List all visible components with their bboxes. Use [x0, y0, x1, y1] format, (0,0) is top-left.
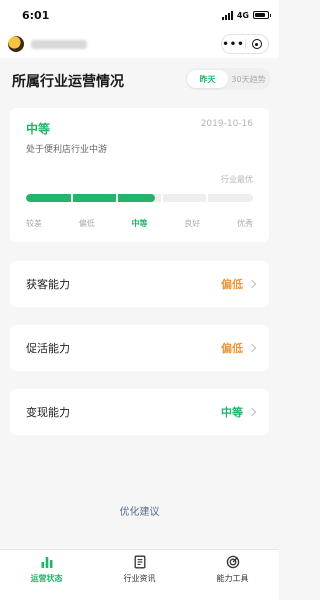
ability-card-monetization[interactable]: 变现能力 中等	[10, 389, 269, 435]
app-name-blurred	[31, 40, 87, 49]
progress-tick	[116, 194, 118, 202]
level-scale-label: 较差	[26, 219, 42, 228]
tab-label: 行业资讯	[123, 574, 156, 583]
level-scale-label: 优秀	[237, 219, 253, 228]
level-title: 中等	[26, 122, 51, 136]
battery-fill	[255, 13, 266, 17]
bar-chart-icon	[41, 557, 52, 568]
app-avatar[interactable]	[8, 36, 24, 52]
industry-level-card: 中等 2019-10-16 处于便利店行业中游 行业最优 较差 偏低 中等 良好 优秀	[10, 108, 269, 242]
ability-card-acquisition[interactable]: 获客能力 偏低	[10, 261, 269, 307]
ability-card-activation[interactable]: 促活能力 偏低	[10, 325, 269, 371]
ability-name: 促活能力	[26, 342, 70, 355]
ability-value: 偏低	[221, 342, 243, 355]
level-scale: 较差 偏低 中等 良好 优秀	[26, 218, 253, 229]
menu-capsule: •••	[221, 34, 269, 54]
optimization-suggestion-link[interactable]: 优化建议	[0, 503, 279, 518]
network-label: 4G	[236, 10, 249, 20]
bottom-tab-bar: 运营状态 行业资讯 能力工具	[0, 549, 279, 600]
ability-name: 获客能力	[26, 278, 70, 291]
status-bar: 6:01 4G	[0, 0, 279, 30]
tab-document[interactable]: 行业资讯	[93, 550, 186, 600]
mini-program-header: •••	[0, 30, 279, 58]
level-scale-label: 良好	[184, 219, 201, 228]
bar-caption: 行业最优	[221, 175, 253, 184]
more-icon[interactable]: •••	[222, 35, 245, 53]
chevron-right-icon	[247, 407, 257, 417]
level-date: 2019-10-16	[200, 119, 253, 129]
page-title: 所属行业运营情况	[12, 74, 124, 90]
tab-label: 能力工具	[216, 574, 249, 583]
range-option-0[interactable]: 昨天	[187, 70, 228, 88]
document-icon	[134, 555, 145, 569]
chevron-right-icon	[247, 279, 257, 289]
status-time: 6:01	[22, 9, 50, 22]
tab-bar-chart[interactable]: 运营状态	[0, 550, 93, 600]
level-description: 处于便利店行业中游	[26, 145, 108, 155]
tab-target[interactable]: 能力工具	[186, 550, 279, 600]
ability-value: 偏低	[221, 278, 243, 291]
progress-tick	[206, 194, 208, 202]
ability-value: 中等	[221, 406, 243, 419]
progress-tick	[161, 194, 163, 202]
range-option-1[interactable]: 30天趋势	[228, 70, 269, 88]
status-indicators: 4G	[221, 9, 271, 21]
range-toggle: 昨天 30天趋势	[185, 68, 271, 90]
signal-icon	[221, 10, 233, 20]
target-icon	[226, 555, 239, 569]
battery-icon	[253, 11, 271, 19]
ability-name: 变现能力	[26, 406, 70, 419]
level-progress-fill	[26, 194, 156, 202]
level-progress-track	[26, 194, 253, 202]
level-scale-label: 中等	[131, 219, 148, 228]
level-scale-label: 偏低	[78, 219, 95, 228]
close-icon[interactable]	[246, 35, 268, 53]
tab-label: 运营状态	[30, 574, 63, 583]
chevron-right-icon	[247, 343, 257, 353]
progress-tick	[71, 194, 73, 202]
